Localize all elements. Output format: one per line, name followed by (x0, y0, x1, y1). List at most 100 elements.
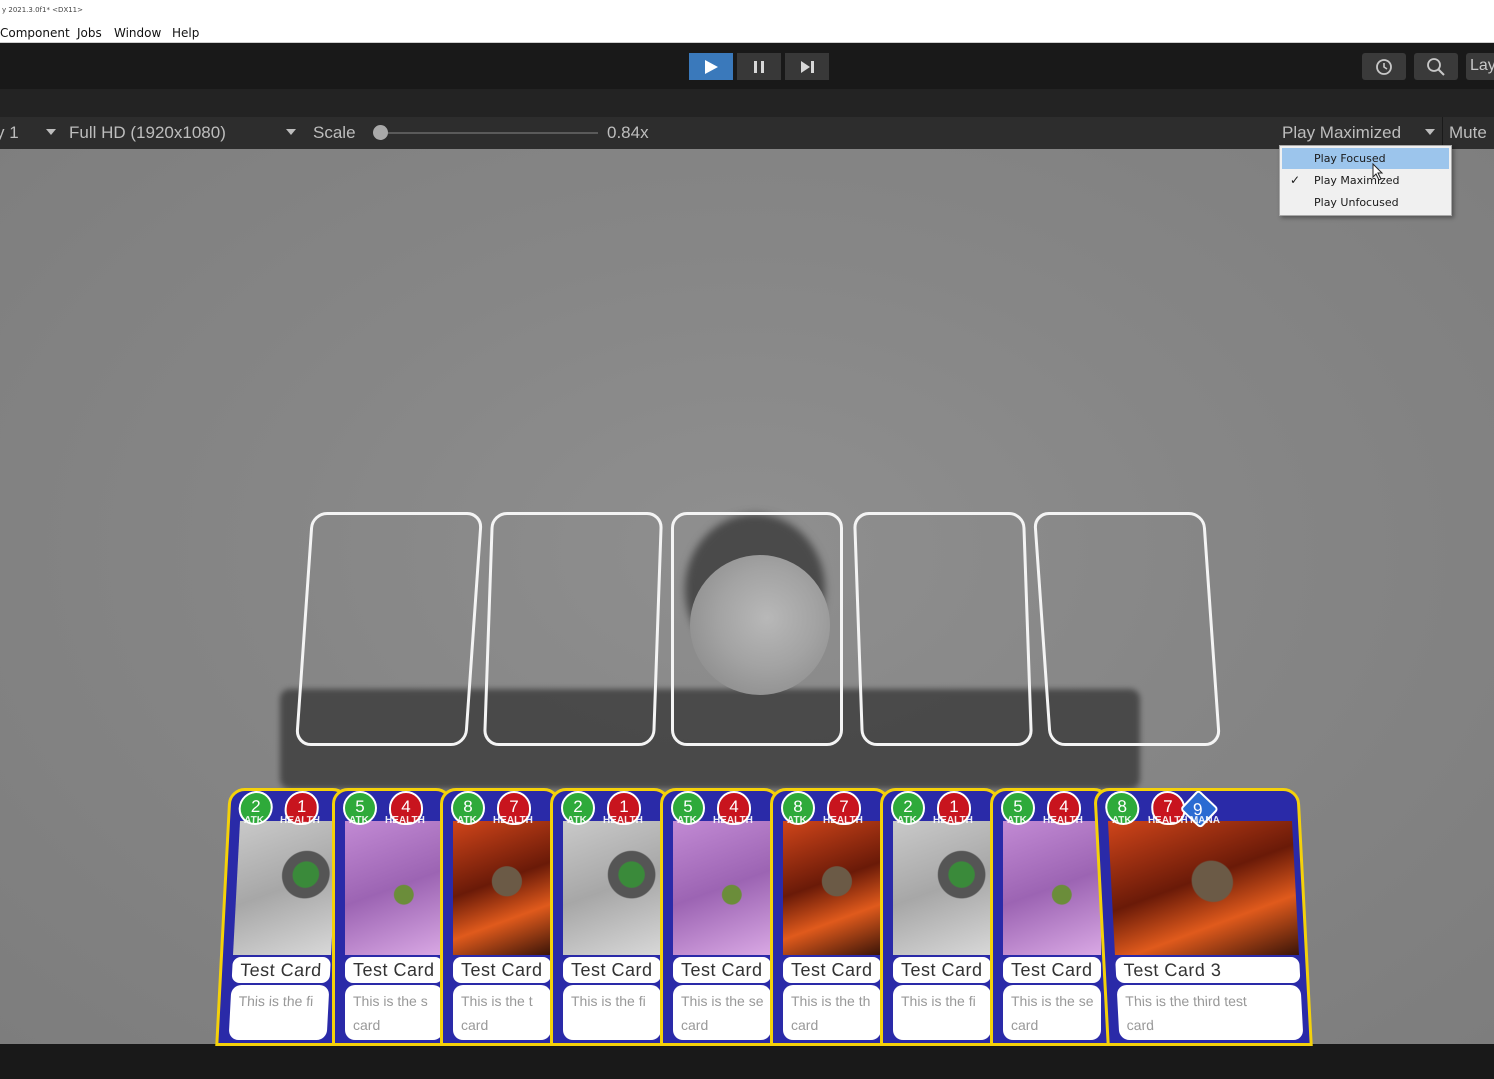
scale-label: Scale (313, 123, 356, 142)
card-description-line: This is the t (461, 993, 533, 1009)
card-artwork (233, 821, 339, 955)
mana-label: MANA (1189, 815, 1221, 826)
card-name: Test Card (1003, 957, 1101, 983)
card-description-line: This is the th (791, 993, 871, 1009)
scale-value: 0.84x (607, 123, 649, 142)
card-description: This is the fi (228, 985, 330, 1040)
menu-help[interactable]: Help (172, 26, 199, 40)
card-description-line: This is the fi (571, 993, 646, 1009)
card-name: Test Card (783, 957, 881, 983)
bottom-status-bar (0, 1044, 1494, 1079)
card-slot-1[interactable] (294, 512, 484, 746)
scale-slider-track[interactable] (381, 132, 598, 134)
card-description-line: card (681, 1017, 709, 1033)
hand-card[interactable]: 5 ATK 4 HEALTH Test Card This is the s card (332, 788, 452, 1046)
resolution-select[interactable]: Full HD (1920x1080) (69, 123, 226, 143)
hand-card[interactable]: 2 ATK 1 HEALTH Test Card This is the fi (215, 788, 349, 1046)
mouse-cursor-icon (1372, 163, 1384, 181)
card-description-line: card (1011, 1017, 1039, 1033)
hand-card[interactable]: 8 ATK 7 HEALTH 9 MANA Test Card 3 This is the t… (1093, 788, 1313, 1046)
health-label: HEALTH (279, 815, 321, 826)
health-label: HEALTH (493, 815, 533, 826)
attack-label: ATK (1007, 815, 1027, 826)
sphere-object (690, 555, 830, 695)
card-slot-5[interactable] (1032, 512, 1222, 746)
resolution-caret-icon[interactable] (286, 129, 296, 135)
pause-button[interactable] (737, 53, 781, 80)
health-label: HEALTH (713, 815, 753, 826)
attack-label: ATK (1111, 815, 1133, 826)
hand-card[interactable]: 5 ATK 4 HEALTH Test Card This is the se card (660, 788, 780, 1046)
card-slot-4[interactable] (852, 512, 1034, 746)
card-name: Test Card (453, 957, 551, 983)
card-artwork (345, 821, 443, 955)
menu-component[interactable]: Component (0, 26, 70, 40)
step-button[interactable] (785, 53, 829, 80)
card-description: This is the fi (563, 985, 661, 1040)
card-description: This is the third test card (1116, 985, 1304, 1040)
hand-card[interactable]: 8 ATK 7 HEALTH Test Card This is the th card (770, 788, 890, 1046)
layout-label: Lay (1470, 57, 1494, 74)
card-name: Test Card (893, 957, 991, 983)
menu-bar: Component Jobs Window Help (0, 24, 1494, 43)
attack-label: ATK (457, 815, 477, 826)
hand-card[interactable]: 2 ATK 1 HEALTH Test Card This is the fi (880, 788, 1000, 1046)
play-mode-dropdown: Play Focused ✓ Play Maximized Play Unfoc… (1279, 145, 1452, 216)
card-description-line: card (353, 1017, 381, 1033)
card-name: Test Card (231, 957, 331, 983)
search-icon (1427, 58, 1445, 76)
menu-window[interactable]: Window (114, 26, 161, 40)
card-description-line: This is the s (353, 993, 428, 1009)
card-name: Test Card (345, 957, 443, 983)
attack-label: ATK (349, 815, 369, 826)
health-label: HEALTH (1147, 815, 1189, 826)
card-name: Test Card 3 (1115, 957, 1301, 983)
attack-label: ATK (787, 815, 807, 826)
mute-audio-toggle[interactable]: Mute (1449, 123, 1487, 143)
scale-slider-handle[interactable] (373, 125, 388, 140)
health-label: HEALTH (603, 815, 643, 826)
dropdown-item-label: Play Maximized (1314, 174, 1400, 187)
hand-card[interactable]: 8 ATK 7 HEALTH Test Card This is the t card (440, 788, 560, 1046)
health-label: HEALTH (933, 815, 973, 826)
window-titlebar: y 2021.3.0f1* <DX11> (0, 0, 1494, 24)
attack-label: ATK (677, 815, 697, 826)
game-view-toolbar: y 1 Full HD (1920x1080) Scale 0.84x Play… (0, 117, 1494, 149)
history-icon (1376, 59, 1392, 75)
card-artwork (673, 821, 771, 955)
card-description-line: This is the fi (901, 993, 976, 1009)
play-mode-select[interactable]: Play Maximized (1282, 123, 1401, 143)
search-button[interactable] (1414, 53, 1458, 80)
card-artwork (563, 821, 661, 955)
card-artwork (783, 821, 881, 955)
card-description: This is the s card (345, 985, 443, 1040)
health-label: HEALTH (1043, 815, 1083, 826)
display-caret-icon[interactable] (46, 129, 56, 135)
card-slot-2[interactable] (482, 512, 664, 746)
display-select[interactable]: y 1 (0, 123, 19, 143)
card-description-line: card (461, 1017, 489, 1033)
play-icon (705, 60, 718, 74)
health-label: HEALTH (385, 815, 425, 826)
attack-label: ATK (243, 815, 265, 826)
hand-card[interactable]: 2 ATK 1 HEALTH Test Card This is the fi (550, 788, 670, 1046)
card-name: Test Card (673, 957, 771, 983)
play-mode-caret-icon[interactable] (1425, 129, 1435, 135)
dropdown-item-play-unfocused[interactable]: Play Unfocused (1282, 192, 1449, 213)
card-artwork (453, 821, 551, 955)
card-description: This is the se card (673, 985, 771, 1040)
play-button[interactable] (689, 53, 733, 80)
card-description: This is the th card (783, 985, 881, 1040)
card-artwork (893, 821, 991, 955)
step-icon (801, 61, 814, 73)
editor-tab-strip (0, 89, 1494, 117)
layout-button[interactable]: Lay (1466, 53, 1494, 80)
attack-label: ATK (897, 815, 917, 826)
dropdown-item-play-focused[interactable]: Play Focused (1282, 148, 1449, 169)
menu-jobs[interactable]: Jobs (77, 26, 102, 40)
card-description: This is the fi (893, 985, 991, 1040)
history-button[interactable] (1362, 53, 1406, 80)
dropdown-item-play-maximized[interactable]: ✓ Play Maximized (1282, 170, 1449, 191)
hand-card[interactable]: 5 ATK 4 HEALTH Test Card This is the se card (990, 788, 1110, 1046)
card-artwork (1107, 821, 1299, 955)
